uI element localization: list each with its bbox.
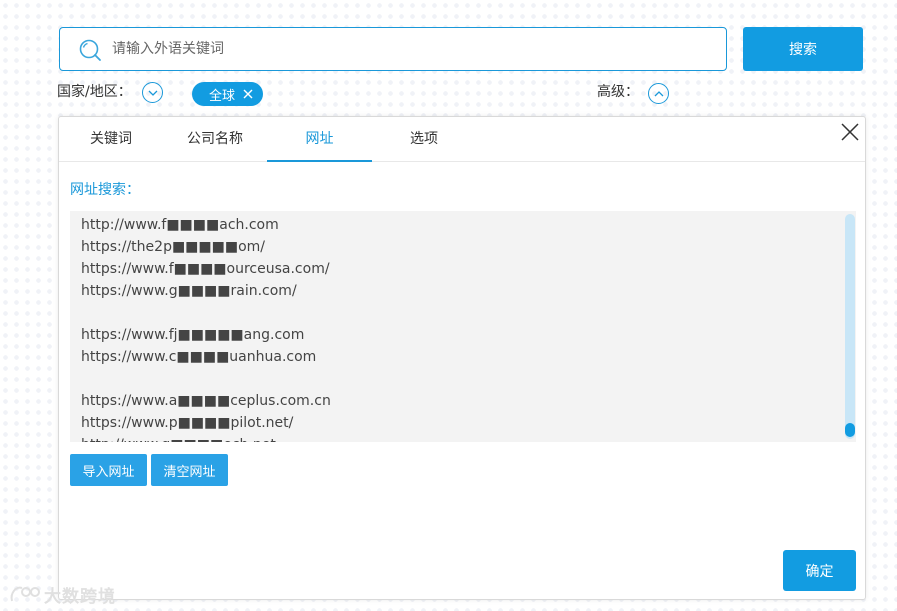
url-line: https://www.a■■■■ceplus.com.cn (81, 393, 331, 409)
watermark-logo-icon (10, 586, 40, 602)
region-tag-chip[interactable]: 全球 (192, 82, 263, 106)
url-line: https://www.p■■■■pilot.net/ (81, 415, 294, 431)
region-expand-toggle[interactable] (142, 82, 163, 103)
watermark-text: 大数跨境 (44, 586, 116, 607)
url-search-label: 网址搜索： (70, 182, 140, 198)
watermark: 大数跨境 (8, 582, 116, 607)
url-line: https://www.f■■■■ourceusa.com/ (81, 261, 330, 277)
tab-url[interactable]: 网址 (267, 117, 372, 162)
remove-tag-icon[interactable] (241, 87, 255, 101)
search-button[interactable]: 搜索 (743, 27, 863, 71)
url-line: http://www.g■■■■ech.net (81, 434, 331, 442)
clear-urls-button[interactable]: 清空网址 (151, 454, 228, 486)
url-line: https://the2p■■■■■om/ (81, 239, 266, 255)
advanced-label: 高级： (597, 84, 639, 100)
region-label: 国家/地区： (57, 84, 132, 100)
url-line: http://www.f■■■■ach.com (81, 217, 279, 233)
url-line-blank (81, 302, 331, 324)
url-line: https://www.g■■■■rain.com/ (81, 283, 297, 299)
import-urls-button[interactable]: 导入网址 (70, 454, 147, 486)
url-search-dialog: 关键词 公司名称 网址 选项 网址搜索： http://www.f■■■■ach… (58, 116, 866, 600)
chevron-down-icon (148, 90, 157, 96)
chevron-up-icon (654, 90, 663, 96)
url-list: http://www.f■■■■ach.com https://the2p■■■… (81, 214, 331, 442)
search-icon (79, 39, 101, 61)
tab-keyword[interactable]: 关键词 (59, 117, 163, 162)
scrollbar-track[interactable] (845, 214, 855, 439)
url-textarea[interactable]: http://www.f■■■■ach.com https://the2p■■■… (70, 211, 856, 442)
confirm-button[interactable]: 确定 (783, 550, 856, 591)
url-line: https://www.fj■■■■■ang.com (81, 327, 305, 343)
search-input[interactable] (112, 28, 712, 70)
tab-options[interactable]: 选项 (372, 117, 476, 162)
url-line: https://www.c■■■■uanhua.com (81, 349, 317, 365)
url-line-blank (81, 368, 331, 390)
region-tag-label: 全球 (209, 88, 236, 104)
tab-company-name[interactable]: 公司名称 (163, 117, 267, 162)
advanced-expand-toggle[interactable] (648, 83, 669, 104)
scrollbar-thumb[interactable] (845, 423, 855, 437)
tab-bar: 关键词 公司名称 网址 选项 (59, 117, 865, 162)
search-box[interactable] (59, 27, 727, 71)
